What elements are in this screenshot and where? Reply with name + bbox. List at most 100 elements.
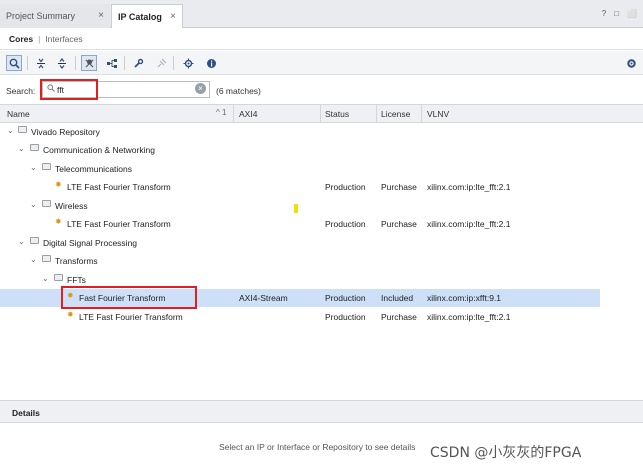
toolbar xyxy=(0,51,643,75)
tab-bar: Project Summary × IP Catalog × ? □ ⬜ xyxy=(0,0,643,28)
fft-highlight-annotation xyxy=(61,286,197,309)
sort-ascending-icon: ^ 1 xyxy=(216,108,227,117)
cursor-marker xyxy=(294,204,298,213)
search-highlight-annotation xyxy=(40,79,98,100)
chevron-down-icon[interactable]: ⌄ xyxy=(7,126,14,135)
maximize-icon[interactable]: ⬜ xyxy=(627,9,637,18)
folder-icon xyxy=(18,126,27,133)
folder-icon xyxy=(30,144,39,151)
column-divider[interactable] xyxy=(320,105,321,123)
tree-row-label: Telecommunications xyxy=(55,164,133,174)
search-row: Search: × (6 matches) xyxy=(0,76,643,104)
tree-row-label: Communication & Networking xyxy=(43,145,155,155)
chevron-down-icon[interactable]: ⌄ xyxy=(30,200,37,209)
filter-icon[interactable] xyxy=(81,55,97,71)
ip-axi: AXI4-Stream xyxy=(239,293,288,303)
tab-label: Project Summary xyxy=(6,11,76,21)
tree-row-label: Transforms xyxy=(55,256,98,266)
chevron-down-icon[interactable]: ⌄ xyxy=(18,237,25,246)
column-header-status[interactable]: Status xyxy=(325,109,349,119)
ip-name: LTE Fast Fourier Transform xyxy=(67,182,171,192)
column-divider[interactable] xyxy=(376,105,377,123)
subtab-separator: | xyxy=(38,33,41,44)
folder-icon xyxy=(42,200,51,207)
ip-name: LTE Fast Fourier Transform xyxy=(79,312,183,322)
ip-tree: ⌄ Vivado Repository ⌄ Communication & Ne… xyxy=(0,123,643,400)
tree-row-ip-lte-fft[interactable]: ✸ LTE Fast Fourier Transform Production … xyxy=(0,215,600,233)
folder-icon xyxy=(30,237,39,244)
chevron-down-icon[interactable]: ⌄ xyxy=(42,274,49,283)
tab-project-summary[interactable]: Project Summary × xyxy=(0,4,110,28)
ip-status: Production xyxy=(325,182,366,192)
ip-vlnv: xilinx.com:ip:lte_fft:2.1 xyxy=(427,312,511,322)
search-label: Search: xyxy=(6,86,36,96)
ip-license: Purchase xyxy=(381,312,417,322)
sub-tabs: Cores | Interfaces xyxy=(0,28,643,50)
details-header: Details xyxy=(0,400,643,423)
tree-row-ip-lte-fft[interactable]: ✸ LTE Fast Fourier Transform Production … xyxy=(0,178,600,196)
tree-row-digital-signal-processing[interactable]: ⌄ Digital Signal Processing xyxy=(0,234,600,252)
wrench-icon[interactable] xyxy=(130,55,146,71)
toolbar-separator xyxy=(173,56,174,70)
ip-core-icon: ✸ xyxy=(55,180,62,189)
column-header-license[interactable]: License xyxy=(381,109,410,119)
toolbar-separator xyxy=(27,56,28,70)
ip-vlnv: xilinx.com:ip:xfft:9.1 xyxy=(427,293,502,303)
gear-icon[interactable] xyxy=(623,55,639,71)
subtab-cores[interactable]: Cores xyxy=(9,34,33,44)
tree-row-label: Vivado Repository xyxy=(31,127,100,137)
table-header: Name ^ 1 AXI4 Status License VLNV xyxy=(0,104,643,123)
help-icon[interactable]: ? xyxy=(602,9,606,18)
pin-icon[interactable] xyxy=(153,55,169,71)
toolbar-separator xyxy=(75,56,76,70)
ip-core-icon: ✸ xyxy=(67,310,74,319)
expand-all-icon[interactable] xyxy=(54,55,70,71)
collapse-all-icon[interactable] xyxy=(33,55,49,71)
ip-status: Production xyxy=(325,219,366,229)
ip-license: Included xyxy=(381,293,414,303)
column-divider[interactable] xyxy=(233,105,234,123)
tree-row-wireless[interactable]: ⌄ Wireless xyxy=(0,197,600,215)
close-icon[interactable]: × xyxy=(170,11,176,22)
column-header-axi4[interactable]: AXI4 xyxy=(239,109,257,119)
watermark: CSDN @小灰灰的FPGA xyxy=(430,445,582,461)
chevron-down-icon[interactable]: ⌄ xyxy=(30,255,37,264)
ip-core-icon: ✸ xyxy=(55,217,62,226)
tree-row-ip-lte-fft[interactable]: ✸ LTE Fast Fourier Transform Production … xyxy=(0,308,600,326)
tree-row-label: Digital Signal Processing xyxy=(43,238,138,248)
clear-search-icon[interactable]: × xyxy=(195,83,206,94)
folder-icon xyxy=(42,255,51,262)
tree-row-label: FFTs xyxy=(67,275,86,285)
tree-row-telecommunications[interactable]: ⌄ Telecommunications xyxy=(0,160,600,178)
chevron-down-icon[interactable]: ⌄ xyxy=(18,144,25,153)
column-header-vlnv[interactable]: VLNV xyxy=(427,109,449,119)
tree-row-communication-networking[interactable]: ⌄ Communication & Networking xyxy=(0,141,600,159)
folder-icon xyxy=(54,274,63,281)
ip-vlnv: xilinx.com:ip:lte_fft:2.1 xyxy=(427,182,511,192)
close-icon[interactable]: × xyxy=(98,10,104,21)
info-icon[interactable] xyxy=(203,55,219,71)
chip-settings-icon[interactable] xyxy=(180,55,196,71)
chevron-down-icon[interactable]: ⌄ xyxy=(30,163,37,172)
ip-license: Purchase xyxy=(381,219,417,229)
window-controls: ? □ ⬜ xyxy=(602,9,637,18)
ip-status: Production xyxy=(325,312,366,322)
ip-vlnv: xilinx.com:ip:lte_fft:2.1 xyxy=(427,219,511,229)
toolbar-separator xyxy=(124,56,125,70)
ip-name: LTE Fast Fourier Transform xyxy=(67,219,171,229)
search-icon[interactable] xyxy=(6,55,22,71)
tree-row-label: Wireless xyxy=(55,201,88,211)
match-count: (6 matches) xyxy=(216,86,261,96)
tab-label: IP Catalog xyxy=(118,11,162,22)
tree-row-vivado-repository[interactable]: ⌄ Vivado Repository xyxy=(0,123,600,141)
tree-row-transforms[interactable]: ⌄ Transforms xyxy=(0,252,600,270)
subtab-interfaces[interactable]: Interfaces xyxy=(45,34,82,44)
hierarchy-icon[interactable] xyxy=(104,55,120,71)
restore-icon[interactable]: □ xyxy=(614,9,619,18)
details-message: Select an IP or Interface or Repository … xyxy=(219,442,416,452)
column-header-name[interactable]: Name xyxy=(7,109,30,119)
tab-ip-catalog[interactable]: IP Catalog × xyxy=(111,4,183,28)
details-title: Details xyxy=(12,408,40,418)
column-divider[interactable] xyxy=(421,105,422,123)
folder-icon xyxy=(42,163,51,170)
